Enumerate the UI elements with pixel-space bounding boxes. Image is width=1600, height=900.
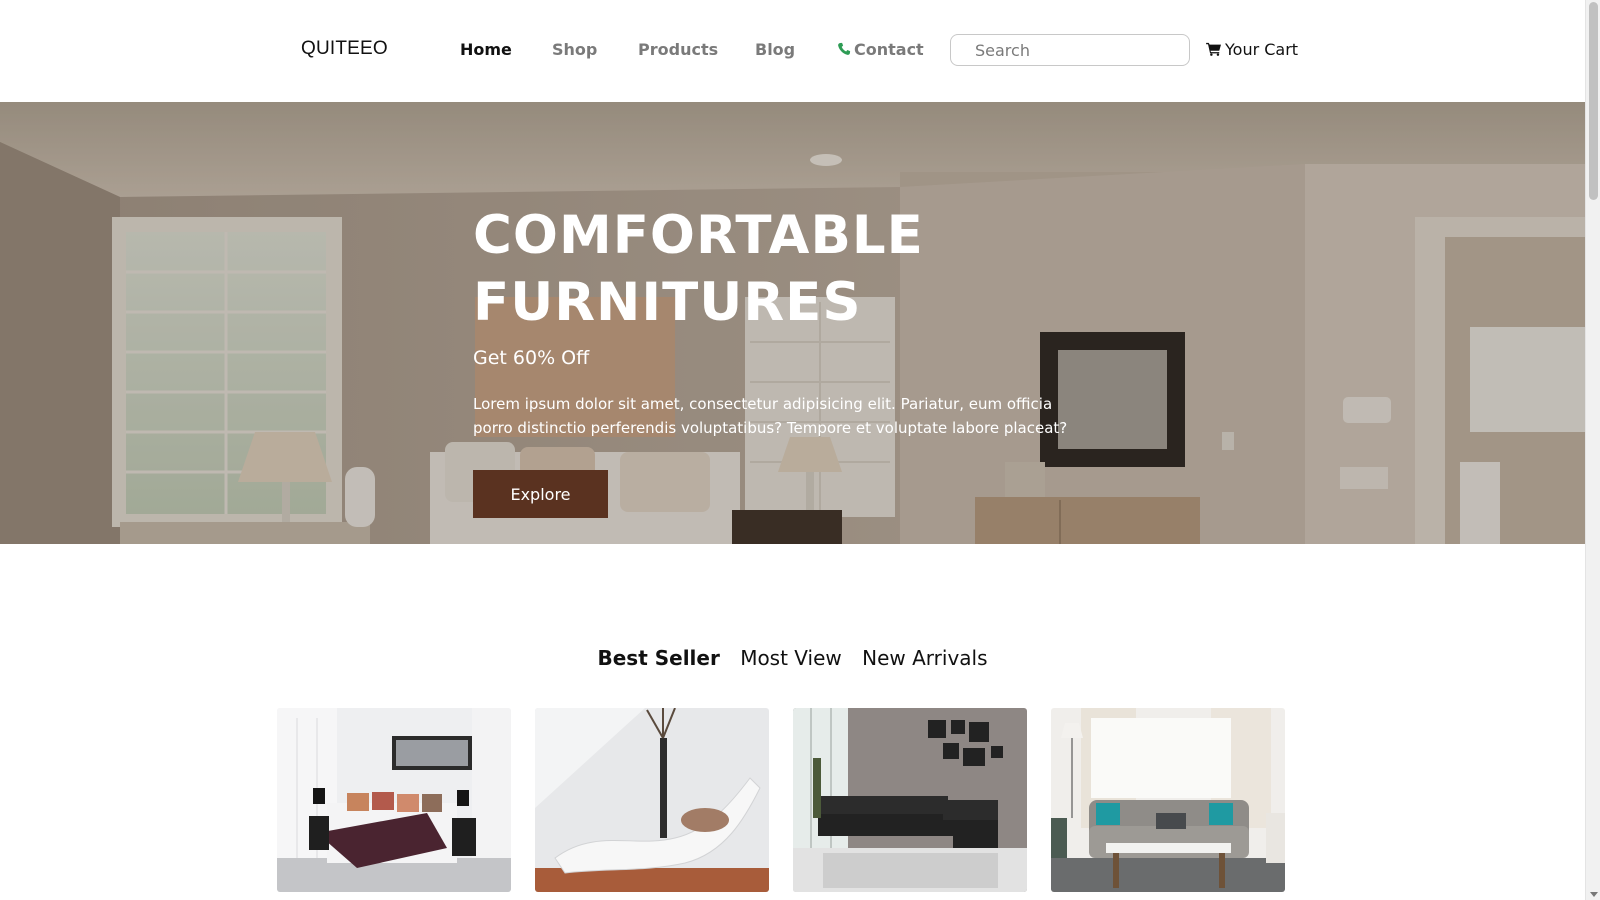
scrollbar-thumb[interactable] bbox=[1589, 2, 1598, 200]
nav-link-blog[interactable]: Blog bbox=[755, 40, 795, 59]
nav-link-products[interactable]: Products bbox=[638, 40, 718, 59]
product-tabs: Best Seller Most View New Arrivals bbox=[0, 646, 1585, 670]
nav-link-shop[interactable]: Shop bbox=[552, 40, 597, 59]
grey-sofa-living-room-image bbox=[1051, 708, 1285, 892]
white-lounge-chair-image bbox=[535, 708, 769, 892]
tab-best-seller[interactable]: Best Seller bbox=[597, 646, 719, 670]
tab-most-view[interactable]: Most View bbox=[740, 646, 842, 670]
navbar: QUITEEO Home Shop Products Blog Contact … bbox=[0, 0, 1585, 102]
hero-title: COMFORTABLE FURNITURES bbox=[473, 205, 924, 333]
explore-button[interactable]: Explore bbox=[473, 470, 608, 518]
site-logo[interactable]: QUITEEO bbox=[301, 38, 388, 60]
page-scrollbar[interactable] bbox=[1585, 0, 1600, 900]
product-card-bedroom[interactable] bbox=[277, 708, 511, 892]
hero-subtitle: Get 60% Off bbox=[473, 347, 590, 369]
product-card-lounge-chair[interactable] bbox=[535, 708, 769, 892]
phone-icon bbox=[838, 42, 851, 55]
nav-link-home[interactable]: Home bbox=[460, 40, 512, 59]
cart-icon bbox=[1206, 42, 1221, 56]
product-card-sectional-sofa[interactable] bbox=[793, 708, 1027, 892]
nav-link-contact[interactable]: Contact bbox=[837, 40, 924, 59]
black-sectional-sofa-image bbox=[793, 708, 1027, 892]
hero-description: Lorem ipsum dolor sit amet, consectetur … bbox=[473, 395, 1068, 437]
search-input[interactable] bbox=[950, 34, 1190, 66]
nav-link-contact-label: Contact bbox=[854, 40, 924, 59]
product-card-grey-sofa[interactable] bbox=[1051, 708, 1285, 892]
tab-new-arrivals[interactable]: New Arrivals bbox=[862, 646, 987, 670]
scroll-down-icon[interactable] bbox=[1590, 892, 1598, 897]
cart-link[interactable]: Your Cart bbox=[1206, 40, 1298, 59]
bedroom-image bbox=[277, 708, 511, 892]
hero-banner: COMFORTABLE FURNITURES Get 60% Off Lorem… bbox=[0, 102, 1585, 544]
cart-label: Your Cart bbox=[1225, 40, 1299, 59]
